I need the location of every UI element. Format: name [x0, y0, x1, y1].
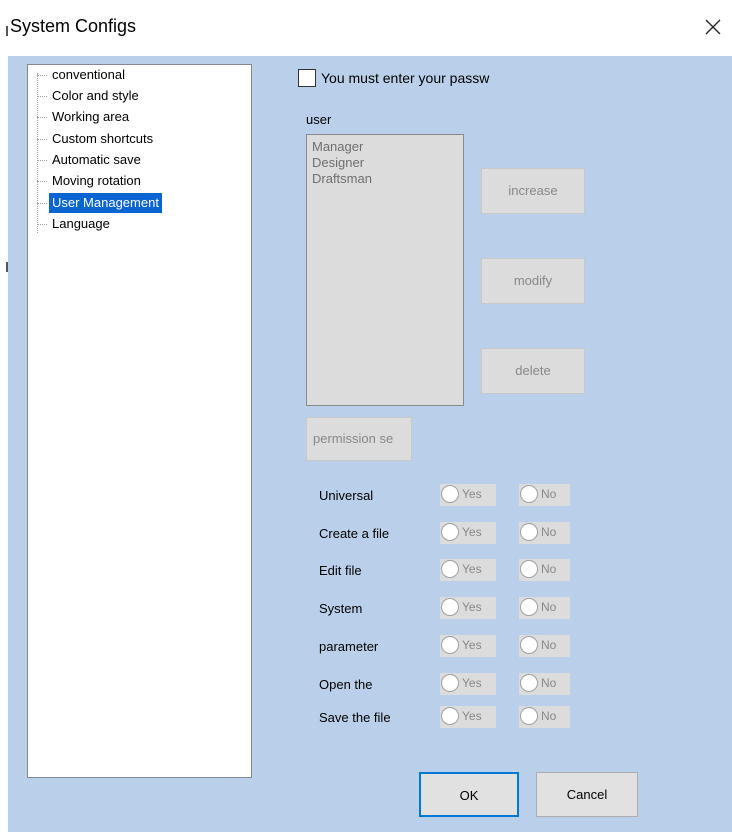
permission-row-universal: Universal Yes No	[8, 484, 732, 508]
window-title: System Configs	[10, 16, 137, 36]
no-radio[interactable]: No	[519, 484, 570, 506]
no-radio[interactable]: No	[519, 635, 570, 657]
password-checkbox[interactable]	[298, 69, 316, 87]
tree-item-label: Language	[52, 216, 110, 231]
system-configs-dialog: System Configs conventional Color and st…	[8, 0, 732, 832]
radio-circle-icon	[441, 674, 459, 692]
no-label: No	[541, 600, 557, 614]
tree-item-label: conventional	[52, 67, 125, 82]
close-icon	[705, 19, 721, 35]
yes-radio[interactable]: Yes	[440, 522, 496, 544]
no-radio[interactable]: No	[519, 559, 570, 581]
increase-button[interactable]: increase	[481, 168, 585, 214]
tree-connector-line	[37, 73, 38, 233]
yes-label: Yes	[462, 676, 482, 690]
permission-label: Universal	[319, 488, 374, 503]
tree-item-label: Working area	[52, 109, 130, 124]
permission-row-create-file: Create a file Yes No	[8, 522, 732, 546]
user-list-label: user	[306, 112, 332, 127]
tree-item-label: Custom shortcuts	[52, 131, 154, 146]
tree-item-label: Moving rotation	[52, 173, 141, 188]
yes-label: Yes	[462, 525, 482, 539]
yes-radio[interactable]: Yes	[440, 597, 496, 619]
tree-item-label: User Management	[49, 193, 162, 213]
yes-radio[interactable]: Yes	[440, 559, 496, 581]
no-label: No	[541, 676, 557, 690]
radio-circle-icon	[441, 560, 459, 578]
yes-radio[interactable]: Yes	[440, 635, 496, 657]
permission-label: Open the	[319, 677, 373, 692]
settings-tree: conventional Color and style Working are…	[27, 64, 252, 778]
radio-circle-icon	[520, 674, 538, 692]
no-label: No	[541, 525, 557, 539]
no-radio[interactable]: No	[519, 522, 570, 544]
yes-radio[interactable]: Yes	[440, 706, 496, 728]
permission-row-save-file: Save the file Yes No	[8, 706, 732, 730]
no-radio[interactable]: No	[519, 597, 570, 619]
list-item[interactable]: Designer	[312, 155, 463, 171]
permission-label: Create a file	[319, 526, 390, 541]
close-button[interactable]	[700, 14, 726, 40]
permission-label: Edit file	[319, 563, 362, 578]
radio-circle-icon	[441, 636, 459, 654]
cancel-button[interactable]: Cancel	[536, 772, 638, 817]
no-label: No	[541, 638, 557, 652]
permission-label: Save the file	[319, 710, 391, 725]
yes-radio[interactable]: Yes	[440, 673, 496, 695]
no-radio[interactable]: No	[519, 706, 570, 728]
permission-label: System	[319, 601, 363, 616]
permission-row-system: System Yes No	[8, 597, 732, 621]
user-list[interactable]: Manager Designer Draftsman	[306, 134, 464, 406]
yes-label: Yes	[462, 487, 482, 501]
permission-settings-button[interactable]: permission se	[306, 417, 412, 461]
yes-label: Yes	[462, 709, 482, 723]
radio-circle-icon	[441, 598, 459, 616]
radio-circle-icon	[520, 560, 538, 578]
yes-label: Yes	[462, 638, 482, 652]
permission-label: parameter	[319, 639, 379, 654]
radio-circle-icon	[441, 523, 459, 541]
radio-circle-icon	[520, 636, 538, 654]
radio-circle-icon	[441, 485, 459, 503]
permission-row-parameter: parameter Yes No	[8, 635, 732, 659]
radio-circle-icon	[520, 707, 538, 725]
delete-button[interactable]: delete	[481, 348, 585, 394]
permission-row-open: Open the Yes No	[8, 673, 732, 697]
dialog-content: conventional Color and style Working are…	[8, 56, 732, 832]
modify-button[interactable]: modify	[481, 258, 585, 304]
tree-item-label: Automatic save	[52, 152, 141, 167]
yes-radio[interactable]: Yes	[440, 484, 496, 506]
radio-circle-icon	[441, 707, 459, 725]
no-label: No	[541, 487, 557, 501]
radio-circle-icon	[520, 523, 538, 541]
title-bar: System Configs	[8, 0, 732, 56]
background-window-edge	[0, 0, 8, 832]
ok-button[interactable]: OK	[419, 772, 519, 817]
yes-label: Yes	[462, 600, 482, 614]
radio-circle-icon	[520, 485, 538, 503]
list-item[interactable]: Manager	[312, 139, 463, 155]
radio-circle-icon	[520, 598, 538, 616]
list-item[interactable]: Draftsman	[312, 171, 463, 187]
yes-label: Yes	[462, 562, 482, 576]
no-radio[interactable]: No	[519, 673, 570, 695]
password-checkbox-label: You must enter your passw	[321, 70, 490, 86]
tree-item-label: Color and style	[52, 88, 139, 103]
no-label: No	[541, 562, 557, 576]
no-label: No	[541, 709, 557, 723]
permission-row-edit-file: Edit file Yes No	[8, 559, 732, 583]
